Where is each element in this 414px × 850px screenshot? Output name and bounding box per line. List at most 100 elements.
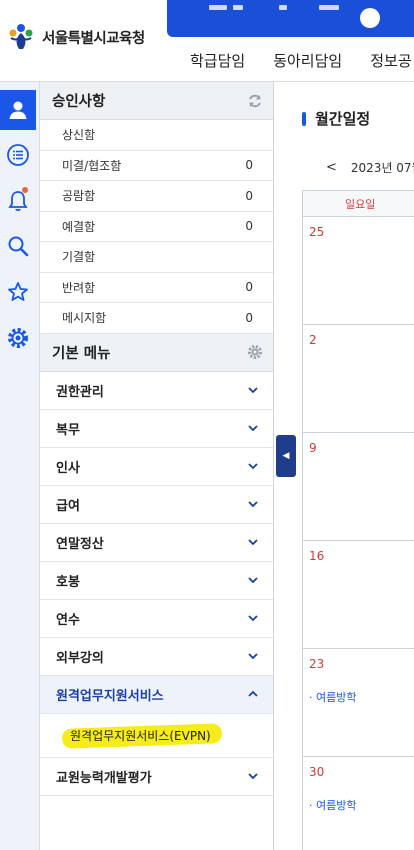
approval-list: 상신함 미결/협조함 0 공람함 0 예결함 0 기결함 반려함 0 메시지함 …: [40, 120, 273, 334]
chevron-down-icon: [248, 387, 258, 394]
calendar-title: 월간일정: [315, 110, 371, 128]
menu-item-pay-grade[interactable]: 호봉: [40, 562, 273, 600]
submenu-item-label: 원격업무지원서비스(EVPN): [70, 728, 211, 743]
approval-item-submitted[interactable]: 상신함: [40, 120, 273, 151]
approval-item-count: 0: [245, 158, 253, 173]
seoul-education-emblem-icon: [9, 24, 33, 49]
chevron-down-icon: [248, 653, 258, 660]
month-navigator: < 2023년 07월: [326, 159, 414, 176]
approval-item-circulation[interactable]: 공람함 0: [40, 181, 273, 212]
menu-item-external-lecture[interactable]: 외부강의: [40, 638, 273, 676]
approval-item-pending[interactable]: 미결/협조함 0: [40, 151, 273, 181]
calendar-event[interactable]: · 여름방학: [309, 797, 414, 813]
approval-item-label: 미결/협조함: [62, 158, 122, 173]
chevron-down-icon: [248, 773, 258, 780]
approval-item-label: 반려함: [62, 280, 96, 295]
calendar-date: 30: [309, 765, 325, 779]
approval-item-label: 기결함: [62, 250, 96, 265]
menu-panel: 승인사항 상신함 미결/협조함 0 공람함 0 예결함 0 기결함 반려함 0 …: [40, 82, 274, 850]
list-icon: [7, 144, 29, 166]
menu-item-year-end-tax[interactable]: 연말정산: [40, 524, 273, 562]
user-icon: [9, 101, 27, 119]
redacted-mark: [279, 5, 287, 10]
search-icon: [8, 236, 29, 257]
menu-item-label: 연수: [56, 612, 80, 628]
collapse-panel-button[interactable]: ◀: [276, 435, 296, 477]
menu-item-attendance[interactable]: 복무: [40, 410, 273, 448]
chevron-left-icon[interactable]: <: [326, 160, 337, 175]
logo[interactable]: 서울특별시교육청: [6, 22, 145, 52]
rail-notification-button[interactable]: [0, 181, 36, 221]
caret-left-icon: ◀: [282, 451, 290, 461]
calendar-day-cell[interactable]: 2: [303, 325, 414, 433]
approval-title: 승인사항: [52, 94, 106, 110]
calendar-day-cell[interactable]: 30 · 여름방학: [303, 757, 414, 850]
calendar-date: 25: [309, 225, 325, 239]
refresh-icon[interactable]: [247, 93, 263, 109]
approval-item-label: 공람함: [62, 189, 96, 204]
rail-user-button[interactable]: [0, 90, 36, 130]
approval-item-count: 0: [245, 188, 253, 203]
chevron-down-icon: [248, 501, 258, 508]
chevron-down-icon: [248, 539, 258, 546]
calendar-day-cell[interactable]: 23 · 여름방학: [303, 649, 414, 757]
chevron-up-icon: [248, 690, 258, 697]
menu-item-teacher-evaluation[interactable]: 교원능력개발평가: [40, 758, 273, 796]
menu-item-personnel[interactable]: 인사: [40, 448, 273, 486]
redacted-mark: [319, 5, 339, 10]
approval-item-count: 0: [245, 310, 253, 325]
menu-item-label: 권한관리: [56, 384, 104, 400]
rail-favorite-button[interactable]: [0, 272, 36, 312]
redacted-mark: [209, 5, 227, 10]
calendar-date: 23: [309, 657, 325, 671]
approval-item-rejected[interactable]: 반려함 0: [40, 273, 273, 303]
calendar-day-cell[interactable]: 16: [303, 541, 414, 649]
notification-dot: [22, 187, 28, 193]
menu-item-label: 외부강의: [56, 650, 104, 666]
submenu-item-evpn[interactable]: 원격업무지원서비스(EVPN): [40, 714, 273, 758]
app-root: 서울특별시교육청 학급담임 동아리담임 정보공 승인사항 상신함 미결/협조함 …: [0, 0, 414, 850]
menu-item-label: 호봉: [56, 574, 80, 590]
menu-item-label: 복무: [56, 422, 80, 438]
menu-item-permissions[interactable]: 권한관리: [40, 372, 273, 410]
menu-item-label: 교원능력개발평가: [56, 770, 152, 786]
approval-item-completed[interactable]: 기결함: [40, 242, 273, 273]
approval-item-count: 0: [245, 219, 253, 234]
weekday-header-sunday: 일요일: [303, 191, 414, 217]
calendar-event[interactable]: · 여름방학: [309, 689, 414, 705]
basic-menu-section-header: 기본 메뉴: [40, 333, 273, 372]
rail-search-button[interactable]: [0, 226, 36, 266]
rail-settings-button[interactable]: [0, 318, 36, 358]
top-tab-bar: 학급담임 동아리담임 정보공: [190, 50, 412, 71]
star-icon: [8, 282, 28, 301]
menu-item-training[interactable]: 연수: [40, 600, 273, 638]
calendar-header: 월간일정: [302, 108, 370, 129]
menu-item-remote-work-support[interactable]: 원격업무지원서비스: [40, 675, 273, 714]
basic-menu-title: 기본 메뉴: [52, 345, 111, 362]
redacted-mark: [233, 5, 243, 10]
gear-icon[interactable]: [247, 344, 263, 360]
approval-item-label: 상신함: [62, 128, 96, 143]
approval-item-messages[interactable]: 메시지함 0: [40, 303, 273, 334]
icon-rail: [0, 82, 40, 850]
menu-item-label: 급여: [56, 498, 80, 514]
menu-item-salary[interactable]: 급여: [40, 486, 273, 524]
menu-item-label: 원격업무지원서비스: [56, 688, 164, 704]
top-header: 서울특별시교육청 학급담임 동아리담임 정보공: [0, 0, 414, 82]
chevron-down-icon: [248, 463, 258, 470]
calendar-day-cell[interactable]: 9: [303, 433, 414, 541]
tab-homeroom[interactable]: 학급담임: [190, 50, 245, 71]
approval-item-scheduled[interactable]: 예결함 0: [40, 212, 273, 242]
approval-item-count: 0: [245, 280, 253, 295]
calendar-day-cell[interactable]: 25: [303, 217, 414, 325]
calendar-date: 9: [309, 441, 317, 455]
tab-club[interactable]: 동아리담임: [273, 50, 342, 71]
calendar-date: 16: [309, 549, 325, 563]
calendar-grid: 일요일 25 2 9 16 23 · 여름방학 30 · 여름방학: [302, 190, 414, 850]
header-toggle-button[interactable]: [360, 8, 380, 28]
chevron-down-icon: [248, 615, 258, 622]
menu-item-label: 연말정산: [56, 536, 104, 552]
calendar-date: 2: [309, 333, 317, 347]
tab-info[interactable]: 정보공: [370, 50, 411, 71]
rail-list-button[interactable]: [0, 135, 36, 175]
